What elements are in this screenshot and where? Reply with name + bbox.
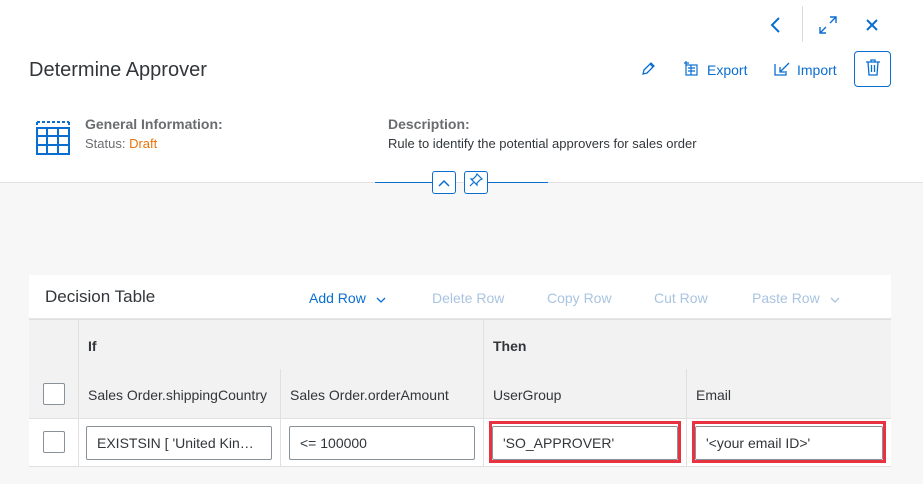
chevron-up-icon — [438, 174, 450, 192]
pin-header-button[interactable] — [464, 171, 488, 194]
import-label: Import — [797, 62, 837, 78]
col-divider — [483, 319, 484, 467]
shipping-country-input[interactable]: EXISTSIN [ 'United Kingdom' ] — [86, 426, 272, 460]
cut-row-button[interactable]: Cut Row — [654, 290, 708, 306]
delete-row-label: Delete Row — [432, 290, 505, 306]
header-divider-right — [488, 182, 548, 183]
add-row-label: Add Row — [309, 290, 366, 306]
column-header-order-amount[interactable]: Sales Order.orderAmount — [290, 387, 449, 403]
decision-table-toolbar: Decision Table Add Row Delete Row Copy R… — [29, 275, 891, 319]
nav-separator — [802, 6, 803, 42]
page-title: Determine Approver — [29, 59, 207, 81]
chevron-left-icon[interactable] — [762, 11, 790, 39]
header-top-border — [29, 319, 891, 320]
paste-row-label: Paste Row — [752, 290, 820, 306]
col-divider — [78, 319, 79, 467]
status-line: Status: Draft — [85, 136, 157, 151]
delete-button[interactable] — [854, 51, 891, 87]
col-divider — [280, 369, 281, 467]
object-page-header: Determine Approver Export Import General… — [0, 0, 923, 183]
import-button[interactable]: Import — [773, 58, 837, 82]
general-information-label: General Information: — [85, 116, 223, 132]
add-row-button[interactable]: Add Row — [309, 290, 386, 306]
delete-row-button[interactable]: Delete Row — [432, 290, 504, 306]
table-grid-icon — [35, 120, 71, 161]
header-bottom-border — [29, 418, 891, 419]
email-highlight — [692, 421, 886, 463]
then-group-header: Then — [493, 338, 527, 354]
pencil-icon — [640, 61, 662, 80]
copy-row-label: Copy Row — [547, 290, 612, 306]
column-header-shipping-country[interactable]: Sales Order.shippingCountry — [88, 387, 267, 403]
table-header — [29, 319, 891, 419]
select-all-checkbox[interactable] — [43, 383, 65, 405]
col-divider — [686, 369, 687, 467]
description-label: Description: — [388, 116, 470, 132]
decision-table-panel: Decision Table Add Row Delete Row Copy R… — [29, 275, 891, 467]
copy-row-button[interactable]: Copy Row — [547, 290, 612, 306]
import-icon — [773, 61, 797, 80]
header-divider-left — [375, 182, 432, 183]
column-header-email[interactable]: Email — [696, 387, 731, 403]
trash-icon — [865, 58, 881, 81]
edit-button[interactable] — [640, 58, 662, 82]
status-label: Status: — [85, 136, 126, 151]
column-header-user-group[interactable]: UserGroup — [493, 387, 561, 403]
status-value: Draft — [129, 136, 158, 151]
order-amount-input[interactable]: <= 100000 — [289, 426, 475, 460]
export-button[interactable]: Export — [683, 58, 747, 82]
close-icon[interactable] — [858, 11, 886, 39]
exit-fullscreen-icon[interactable] — [814, 11, 842, 39]
description-text: Rule to identify the potential approvers… — [388, 136, 697, 151]
chevron-down-icon — [820, 290, 840, 306]
chevron-down-icon — [366, 290, 386, 306]
export-icon — [683, 60, 707, 80]
decision-table-title: Decision Table — [45, 287, 156, 306]
export-label: Export — [707, 62, 748, 78]
row-select-checkbox[interactable] — [43, 431, 65, 453]
pin-icon — [469, 172, 484, 192]
user-group-highlight — [489, 421, 681, 463]
collapse-header-button[interactable] — [432, 171, 456, 194]
cut-row-label: Cut Row — [654, 290, 708, 306]
if-group-header: If — [88, 338, 97, 354]
row-bottom-border — [29, 466, 891, 467]
paste-row-button[interactable]: Paste Row — [752, 290, 840, 306]
